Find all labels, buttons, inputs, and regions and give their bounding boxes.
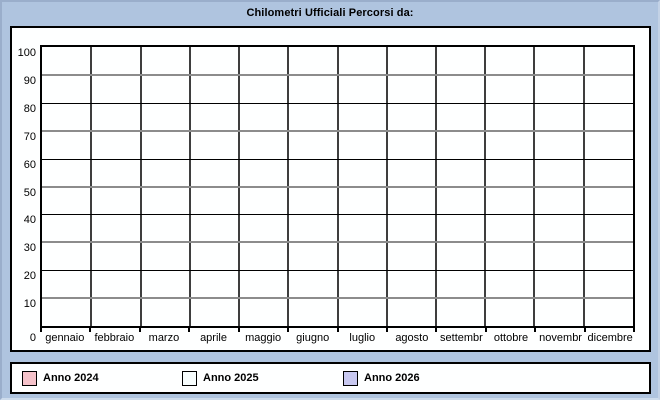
origin-label: 0 xyxy=(12,332,36,344)
x-axis-label: maggio xyxy=(238,332,288,344)
axis-tick xyxy=(485,327,487,332)
chart-title: Chilometri Ufficiali Percorsi da: xyxy=(0,7,660,19)
y-axis-label: 100 xyxy=(12,47,36,59)
axis-tick xyxy=(633,327,635,332)
axis-tick xyxy=(40,327,42,332)
grid-hline xyxy=(42,74,633,76)
x-axis-label: luglio xyxy=(337,332,387,344)
legend-label: Anno 2026 xyxy=(364,372,420,384)
axis-tick xyxy=(89,327,91,332)
legend-swatch xyxy=(22,371,37,386)
legend-item: Anno 2024 xyxy=(22,364,99,392)
legend-label: Anno 2025 xyxy=(203,372,259,384)
y-axis-label: 10 xyxy=(12,298,36,310)
y-axis-label: 60 xyxy=(12,159,36,171)
x-axis-label: marzo xyxy=(139,332,189,344)
legend-item: Anno 2025 xyxy=(182,364,259,392)
grid-hline xyxy=(42,214,633,215)
axis-tick xyxy=(238,327,240,332)
legend-swatch xyxy=(182,371,197,386)
grid-hline xyxy=(42,130,633,132)
axis-tick xyxy=(287,327,289,332)
y-axis-label: 40 xyxy=(12,214,36,226)
x-axis-label: settembr xyxy=(437,332,487,344)
grid-hline xyxy=(42,241,633,243)
y-axis-label: 80 xyxy=(12,103,36,115)
x-axis-label: gennaio xyxy=(40,332,90,344)
chart-panel: gennaiofebbraiomarzoaprilemaggiogiugnolu… xyxy=(10,26,651,352)
x-axis-label: ottobre xyxy=(486,332,536,344)
axis-tick xyxy=(337,327,339,332)
legend-swatch xyxy=(343,371,358,386)
legend-panel: Anno 2024 Anno 2025 Anno 2026 xyxy=(10,362,651,394)
y-axis-label: 70 xyxy=(12,131,36,143)
axis-tick xyxy=(188,327,190,332)
grid-hline xyxy=(42,270,633,271)
axis-tick xyxy=(139,327,141,332)
y-axis-label: 50 xyxy=(12,187,36,199)
axis-tick xyxy=(435,327,437,332)
x-axis-labels: gennaiofebbraiomarzoaprilemaggiogiugnolu… xyxy=(40,332,635,344)
legend-label: Anno 2024 xyxy=(43,372,99,384)
axis-tick xyxy=(534,327,536,332)
y-axis-label: 20 xyxy=(12,270,36,282)
x-axis-label: aprile xyxy=(189,332,239,344)
grid-hline xyxy=(42,103,633,104)
grid-hline xyxy=(42,297,633,299)
x-axis-label: dicembre xyxy=(585,332,635,344)
plot-area xyxy=(40,45,635,328)
y-axis-label: 30 xyxy=(12,242,36,254)
grid-hline xyxy=(42,159,633,160)
x-axis-label: giugno xyxy=(288,332,338,344)
legend-item: Anno 2026 xyxy=(343,364,420,392)
axis-tick xyxy=(584,327,586,332)
axis-tick xyxy=(386,327,388,332)
x-axis-label: novembr xyxy=(536,332,586,344)
grid-hline xyxy=(42,186,633,188)
x-axis-label: febbraio xyxy=(90,332,140,344)
chart-window: { "window": { "title": "Chilometri Uffic… xyxy=(0,0,660,400)
y-axis-label: 90 xyxy=(12,75,36,87)
x-axis-label: agosto xyxy=(387,332,437,344)
